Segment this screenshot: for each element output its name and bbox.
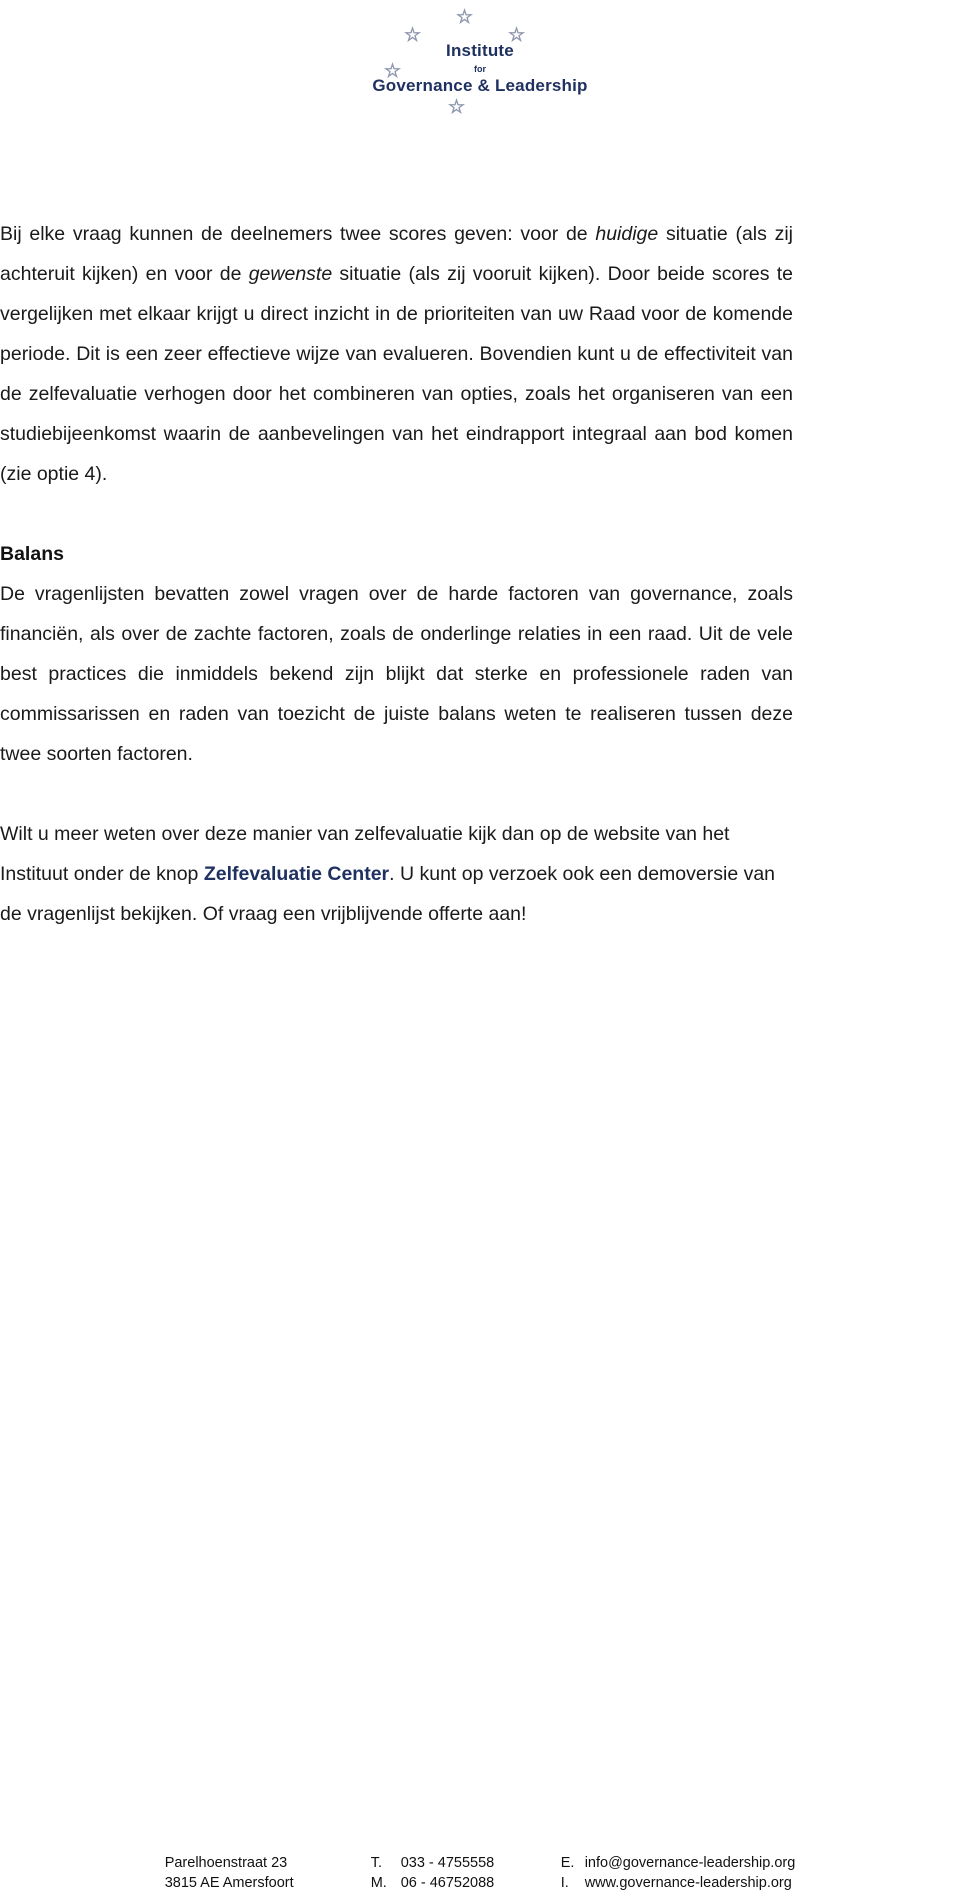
footer-web-value[interactable]: www.governance-leadership.org (585, 1873, 796, 1893)
paragraph-meer-weten: Wilt u meer weten over deze manier van z… (0, 814, 960, 934)
footer-contact-table: Parelhoenstraat 23 T. 033 - 4755558 E. i… (165, 1853, 796, 1893)
footer-address-line1: Parelhoenstraat 23 (164, 1855, 288, 1871)
table-row: Parelhoenstraat 23 T. 033 - 4755558 E. i… (165, 1853, 796, 1873)
logo-text-for: for (474, 64, 486, 74)
footer-address-line2: 3815 AE Amersfoort (164, 1875, 294, 1891)
logo-text-institute: Institute (446, 41, 514, 60)
footer-phone-label: T. (370, 1855, 382, 1871)
paragraph-text: situatie (als zij vooruit kijken). Door … (0, 263, 793, 485)
footer-web-label: I. (560, 1875, 569, 1891)
footer-phone-value: 033 - 4755558 (400, 1855, 495, 1871)
table-row: 3815 AE Amersfoort M. 06 - 46752088 I. w… (165, 1873, 796, 1893)
heading-balans: Balans (0, 543, 64, 565)
logo-text-governance-leadership: Governance & Leadership (372, 76, 588, 95)
page-footer: Parelhoenstraat 23 T. 033 - 4755558 E. i… (0, 1853, 960, 1897)
paragraph-balans: De vragenlijsten bevatten zowel vragen o… (0, 583, 793, 765)
paragraph-scores: Bij elke vraag kunnen de deelnemers twee… (0, 214, 960, 494)
document-body: Bij elke vraag kunnen de deelnemers twee… (0, 214, 960, 934)
logo-header: ☆ ☆ ☆ ☆ ☆ Institute for Governance & Lea… (0, 8, 960, 118)
emphasis-gewenste: gewenste (248, 263, 333, 285)
paragraph-text: Bij elke vraag kunnen de deelnemers twee… (0, 223, 596, 245)
logo-mark: ☆ ☆ ☆ ☆ ☆ Institute for Governance & Lea… (360, 8, 600, 118)
footer-mobile-label: M. (370, 1875, 387, 1891)
star-icon: ☆ (448, 97, 466, 118)
link-zelfevaluatie-center[interactable]: Zelfevaluatie Center (204, 863, 389, 885)
star-icon: ☆ (456, 7, 474, 28)
emphasis-huidige: huidige (595, 223, 659, 245)
footer-email-label: E. (560, 1855, 575, 1871)
star-icon: ☆ (404, 25, 422, 46)
footer-email-value[interactable]: info@governance-leadership.org (585, 1853, 796, 1873)
footer-mobile-value: 06 - 46752088 (400, 1875, 495, 1891)
